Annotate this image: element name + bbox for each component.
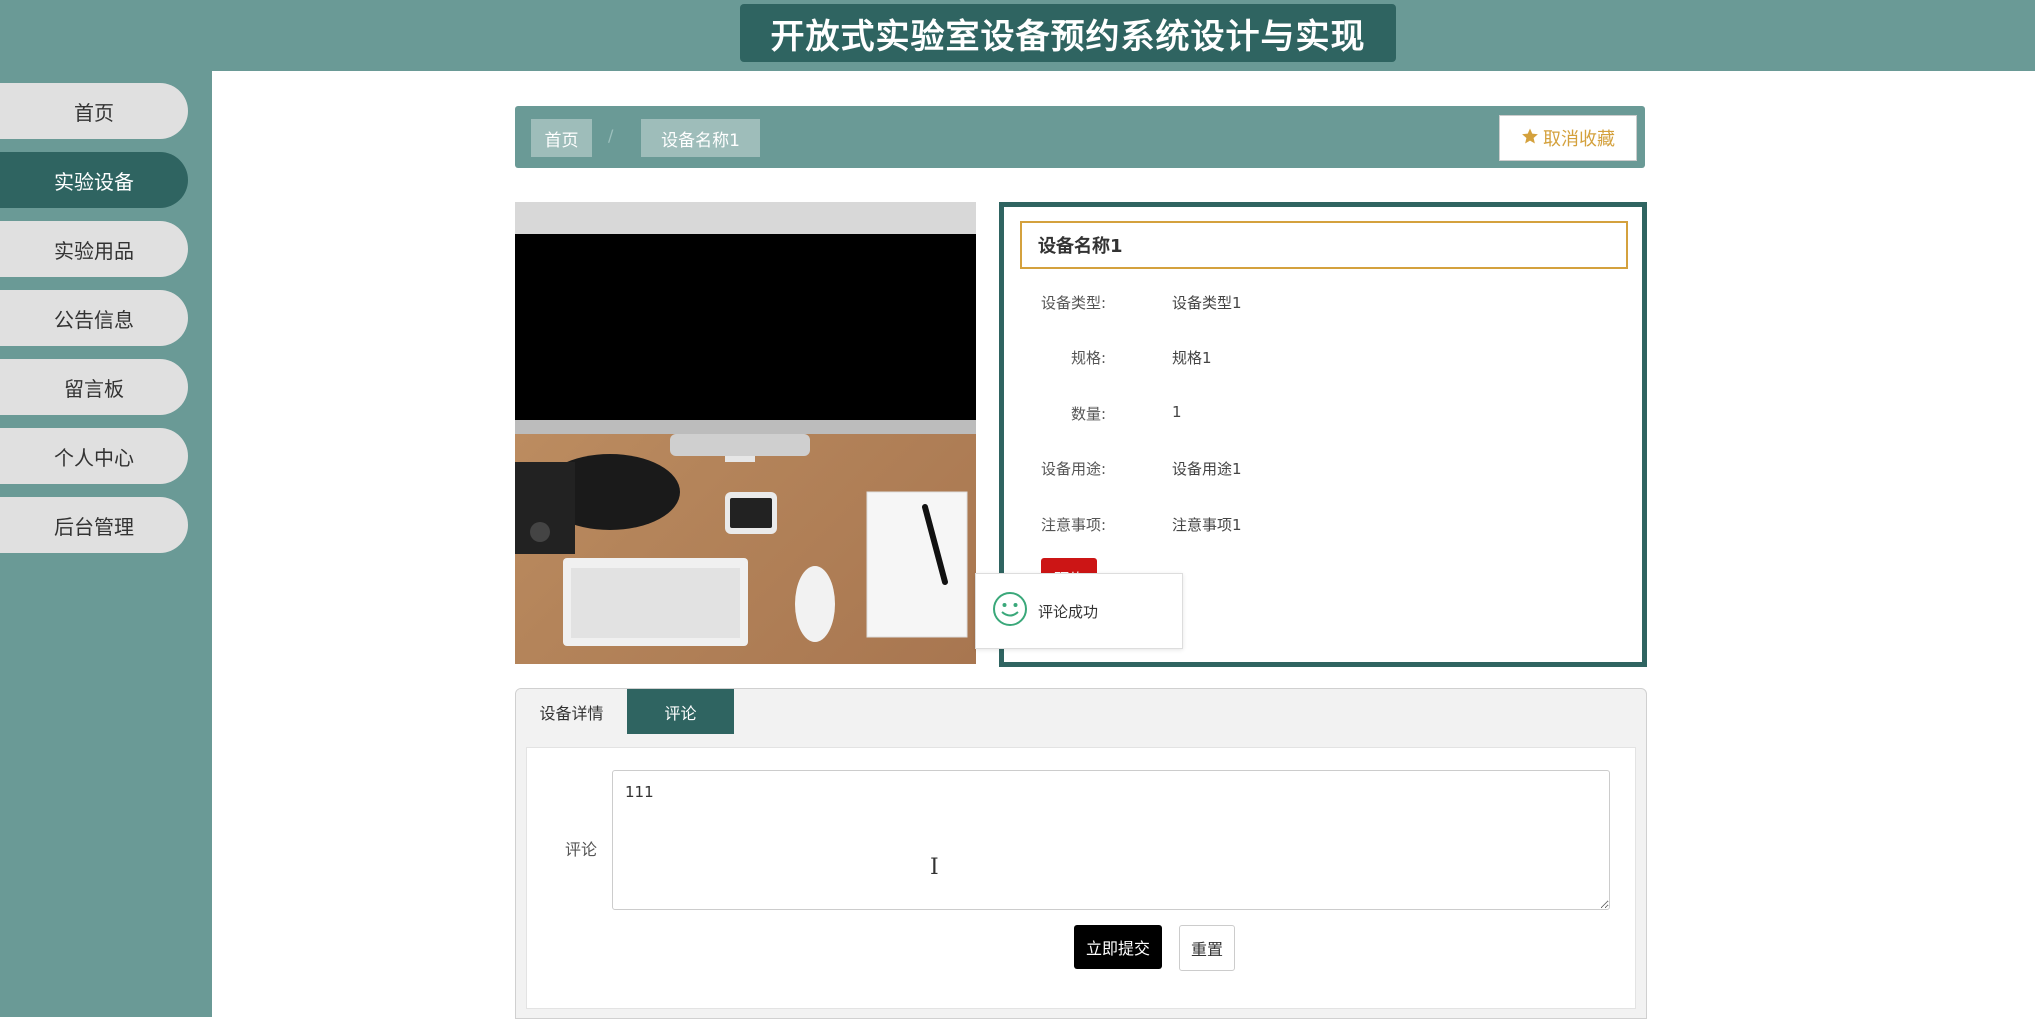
field-label: 设备类型:: [1040, 294, 1106, 312]
field-row-quantity: 数量: 1: [1004, 403, 1604, 427]
field-label: 规格:: [1070, 349, 1106, 367]
comment-textarea[interactable]: 111: [612, 770, 1610, 910]
field-row-notes: 注意事项: 注意事项1: [1004, 514, 1604, 538]
sidebar: 首页 实验设备 实验用品 公告信息 留言板 个人中心 后台管理: [0, 71, 212, 1017]
equipment-name: 设备名称1: [1020, 221, 1628, 269]
breadcrumb-current: 设备名称1: [641, 119, 760, 157]
field-label: 数量:: [1070, 405, 1106, 423]
unfavorite-label: 取消收藏: [1543, 129, 1615, 150]
star-icon: [1521, 127, 1539, 150]
field-value: 设备用途1: [1172, 460, 1242, 478]
equipment-photo: [515, 202, 976, 664]
field-label: 注意事项:: [1040, 516, 1106, 534]
sidebar-item-lab-supplies[interactable]: 实验用品: [0, 221, 188, 277]
field-value: 规格1: [1172, 349, 1212, 367]
tab-comments[interactable]: 评论: [627, 689, 734, 734]
breadcrumb: 首页 设备名称1 取消收藏: [515, 106, 1645, 168]
sidebar-item-announcements[interactable]: 公告信息: [0, 290, 188, 346]
field-row-spec: 规格: 规格1: [1004, 347, 1604, 371]
success-toast: 评论成功: [975, 573, 1183, 649]
smiley-icon: [992, 591, 1028, 631]
field-label: 设备用途:: [1040, 460, 1106, 478]
sidebar-item-personal-center[interactable]: 个人中心: [0, 428, 188, 484]
reset-button[interactable]: 重置: [1179, 925, 1235, 971]
sidebar-item-home[interactable]: 首页: [0, 83, 188, 139]
sidebar-item-message-board[interactable]: 留言板: [0, 359, 188, 415]
page-title: 开放式实验室设备预约系统设计与实现: [740, 4, 1396, 62]
submit-button[interactable]: 立即提交: [1074, 925, 1162, 969]
field-value: 设备类型1: [1172, 294, 1242, 312]
sidebar-item-lab-equipment[interactable]: 实验设备: [0, 152, 188, 208]
comment-label: 评论: [565, 840, 598, 859]
breadcrumb-home-link[interactable]: 首页: [531, 119, 592, 157]
sidebar-item-admin[interactable]: 后台管理: [0, 497, 188, 553]
detail-tabs: 设备详情 评论 评论 111 I 立即提交 重置: [515, 688, 1647, 1019]
text-cursor-icon: I: [930, 855, 939, 880]
tab-equipment-details[interactable]: 设备详情: [516, 689, 627, 734]
field-value: 1: [1172, 403, 1182, 421]
unfavorite-button[interactable]: 取消收藏: [1499, 115, 1637, 161]
field-row-type: 设备类型: 设备类型1: [1004, 292, 1604, 316]
comment-form: 评论 111 I 立即提交 重置: [526, 747, 1636, 1009]
breadcrumb-separator: /: [608, 126, 614, 145]
field-value: 注意事项1: [1172, 516, 1242, 534]
field-row-purpose: 设备用途: 设备用途1: [1004, 458, 1604, 482]
top-header-bar: 开放式实验室设备预约系统设计与实现: [0, 0, 2035, 71]
toast-message: 评论成功: [1038, 602, 1099, 621]
